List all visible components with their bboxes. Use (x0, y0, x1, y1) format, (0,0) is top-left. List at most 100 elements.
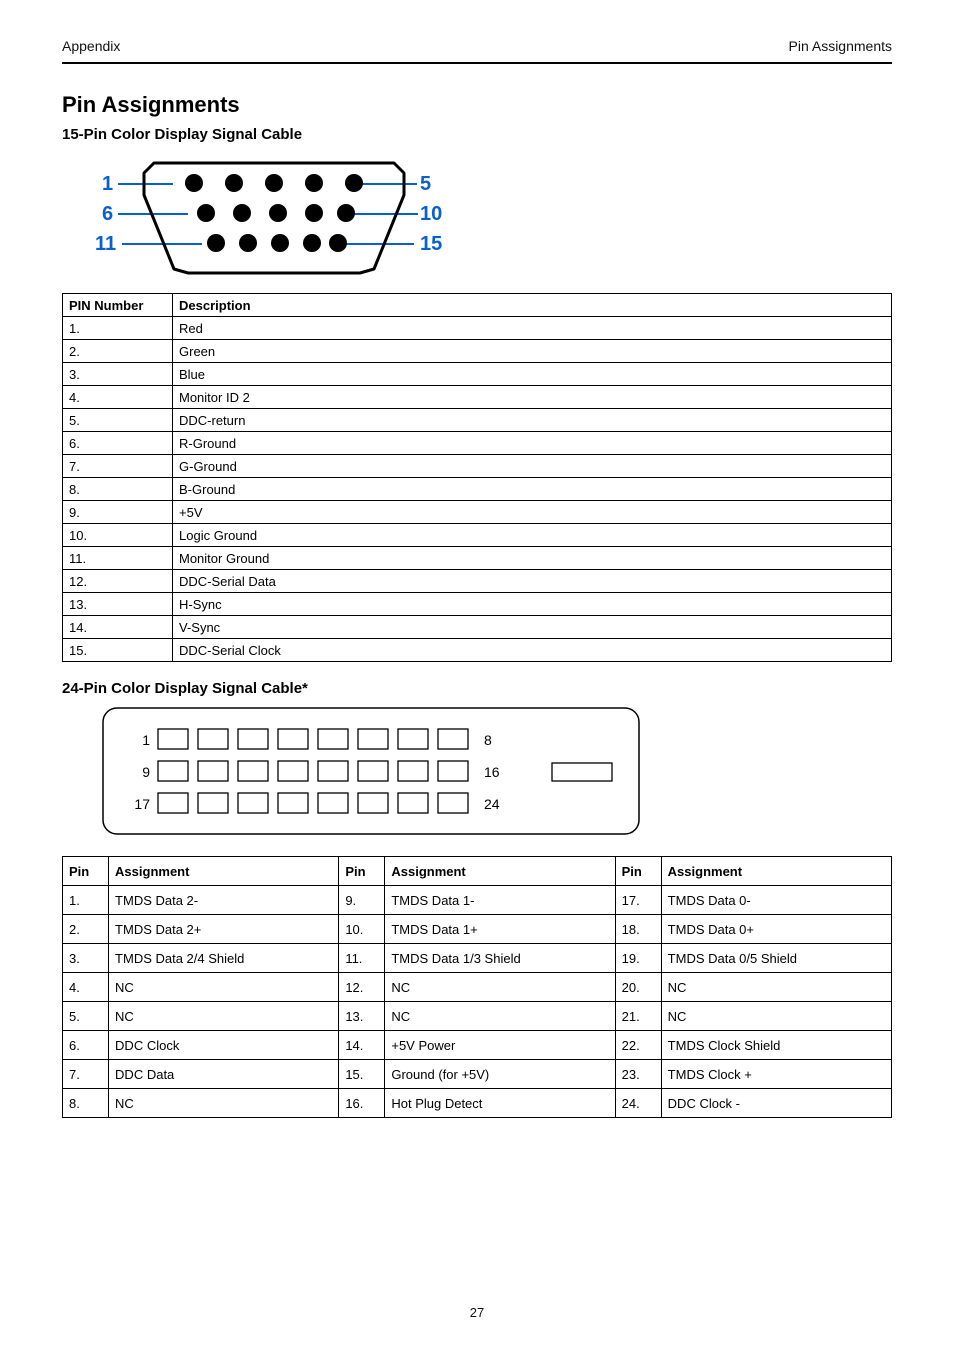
vga-desc-cell: Logic Ground (173, 524, 892, 547)
vga-desc-cell: +5V (173, 501, 892, 524)
vga-subtitle: 15-Pin Color Display Signal Cable (62, 126, 892, 143)
dvi-pin-cell: 11. (339, 944, 385, 973)
vga-pin-cell: 12. (63, 570, 173, 593)
dvi-pin-cell: 9. (339, 886, 385, 915)
dvi-asg-cell: NC (385, 973, 615, 1002)
vga-pin-cell: 10. (63, 524, 173, 547)
dvi-pin-cell: 3. (63, 944, 109, 973)
vga-pin-cell: 4. (63, 386, 173, 409)
vga-desc-cell: Green (173, 340, 892, 363)
vga-desc-cell: Monitor ID 2 (173, 386, 892, 409)
dvi-asg-cell: NC (385, 1002, 615, 1031)
table-row: 6.DDC Clock14.+5V Power22.TMDS Clock Shi… (63, 1031, 892, 1060)
dvi-asg-cell: TMDS Data 0+ (661, 915, 891, 944)
page-header: Appendix Pin Assignments (62, 38, 892, 64)
dvi-asg-cell: TMDS Data 2- (109, 886, 339, 915)
dvi-row3-end: 24 (484, 796, 500, 812)
dvi-asg-cell: DDC Data (109, 1060, 339, 1089)
dvi-asg-cell: TMDS Data 1+ (385, 915, 615, 944)
dvi-th-asg1: Assignment (109, 857, 339, 886)
dvi-asg-cell: Hot Plug Detect (385, 1089, 615, 1118)
dvi-asg-cell: NC (109, 973, 339, 1002)
dvi-asg-cell: TMDS Data 0/5 Shield (661, 944, 891, 973)
vga-shell-icon (134, 157, 414, 277)
table-row: 2.Green (63, 340, 892, 363)
section-title: Pin Assignments (62, 92, 892, 118)
dvi-asg-cell: NC (109, 1002, 339, 1031)
vga-pin-cell: 11. (63, 547, 173, 570)
table-header-row: Pin Assignment Pin Assignment Pin Assign… (63, 857, 892, 886)
vga-pin-cell: 3. (63, 363, 173, 386)
vga-label-10: 10 (420, 203, 442, 226)
dvi-pin-cell: 8. (63, 1089, 109, 1118)
dvi-asg-cell: TMDS Data 1- (385, 886, 615, 915)
dvi-pin-table: Pin Assignment Pin Assignment Pin Assign… (62, 856, 892, 1118)
vga-pin-table: PIN Number Description 1.Red2.Green3.Blu… (62, 293, 892, 662)
dvi-th-asg3: Assignment (661, 857, 891, 886)
vga-pin-cell: 5. (63, 409, 173, 432)
dvi-pin-cell: 1. (63, 886, 109, 915)
vga-pin-cell: 14. (63, 616, 173, 639)
dvi-pin-cell: 14. (339, 1031, 385, 1060)
table-row: 1.Red (63, 317, 892, 340)
dvi-pin-cell: 13. (339, 1002, 385, 1031)
page-number: 27 (0, 1305, 954, 1320)
dvi-pin-cell: 12. (339, 973, 385, 1002)
dvi-subtitle: 24-Pin Color Display Signal Cable* (62, 680, 892, 697)
vga-label-6: 6 (102, 203, 113, 226)
dvi-asg-cell: NC (661, 1002, 891, 1031)
table-row: 3.Blue (63, 363, 892, 386)
vga-desc-cell: Blue (173, 363, 892, 386)
vga-label-15: 15 (420, 233, 442, 256)
dvi-asg-cell: TMDS Data 2/4 Shield (109, 944, 339, 973)
table-row: 5.DDC-return (63, 409, 892, 432)
table-row: 8.NC16.Hot Plug Detect24.DDC Clock - (63, 1089, 892, 1118)
vga-desc-cell: H-Sync (173, 593, 892, 616)
dvi-pin-cell: 5. (63, 1002, 109, 1031)
dvi-asg-cell: DDC Clock (109, 1031, 339, 1060)
vga-desc-cell: B-Ground (173, 478, 892, 501)
dvi-th-pin2: Pin (339, 857, 385, 886)
dvi-pin-cell: 21. (615, 1002, 661, 1031)
vga-pin-cell: 15. (63, 639, 173, 662)
dvi-pin-cell: 16. (339, 1089, 385, 1118)
vga-label-5: 5 (420, 173, 431, 196)
dvi-asg-cell: DDC Clock - (661, 1089, 891, 1118)
dvi-pin-cell: 2. (63, 915, 109, 944)
dvi-asg-cell: TMDS Data 2+ (109, 915, 339, 944)
vga-pin-cell: 8. (63, 478, 173, 501)
dvi-pin-cell: 4. (63, 973, 109, 1002)
table-row: 2.TMDS Data 2+10.TMDS Data 1+18.TMDS Dat… (63, 915, 892, 944)
table-row: 1.TMDS Data 2-9.TMDS Data 1-17.TMDS Data… (63, 886, 892, 915)
vga-connector-diagram: 1 6 11 5 10 15 (102, 153, 482, 283)
vga-desc-cell: Monitor Ground (173, 547, 892, 570)
vga-pin-cell: 9. (63, 501, 173, 524)
vga-th-desc: Description (173, 294, 892, 317)
table-row: 15.DDC-Serial Clock (63, 639, 892, 662)
vga-desc-cell: G-Ground (173, 455, 892, 478)
dvi-asg-cell: NC (661, 973, 891, 1002)
table-row: 12.DDC-Serial Data (63, 570, 892, 593)
header-right: Pin Assignments (789, 38, 893, 54)
dvi-asg-cell: +5V Power (385, 1031, 615, 1060)
vga-label-11: 11 (95, 233, 116, 256)
table-row: 3.TMDS Data 2/4 Shield11.TMDS Data 1/3 S… (63, 944, 892, 973)
table-row: 5.NC13.NC21.NC (63, 1002, 892, 1031)
dvi-th-asg2: Assignment (385, 857, 615, 886)
table-header-row: PIN Number Description (63, 294, 892, 317)
table-row: 4.Monitor ID 2 (63, 386, 892, 409)
dvi-shell-icon: 1 9 17 8 16 24 (102, 707, 642, 837)
dvi-pin-cell: 23. (615, 1060, 661, 1089)
table-row: 10.Logic Ground (63, 524, 892, 547)
vga-desc-cell: Red (173, 317, 892, 340)
vga-label-1: 1 (102, 173, 113, 196)
dvi-asg-cell: TMDS Data 1/3 Shield (385, 944, 615, 973)
dvi-pin-cell: 19. (615, 944, 661, 973)
table-row: 7.G-Ground (63, 455, 892, 478)
table-row: 11.Monitor Ground (63, 547, 892, 570)
dvi-asg-cell: Ground (for +5V) (385, 1060, 615, 1089)
vga-pin-cell: 2. (63, 340, 173, 363)
dvi-pin-cell: 24. (615, 1089, 661, 1118)
dvi-pin-cell: 22. (615, 1031, 661, 1060)
dvi-row1-end: 8 (484, 732, 492, 748)
